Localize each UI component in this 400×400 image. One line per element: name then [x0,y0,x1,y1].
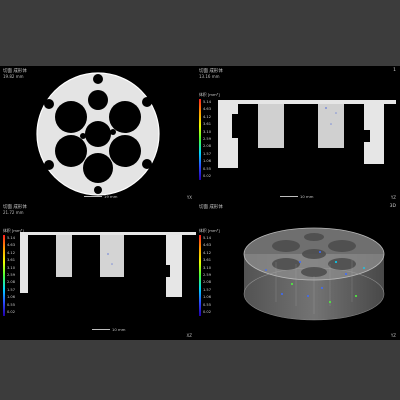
3d-volume-render [243,227,385,321]
scale-bar: 19 mm [84,194,117,199]
scale-bar: 10 mm [92,327,125,332]
view-axis-label: YZ [390,333,396,338]
viewport-bottom-left[interactable]: 切面 成形体 21.72 mm 体积 [mm³] 5.14 4.63 4.12 3.6… [0,202,196,340]
cross-section-image [218,100,396,168]
viewport-top-right[interactable]: 切面 成形体 13.16 mm 1 体积 [mm³] 5.14 4.63 4.12 3… [196,66,400,202]
cross-section-image [20,232,196,297]
viewport-3d[interactable]: 切面 成形体 3D 体积 [mm³] 5.14 4.63 4.12 3.61 3.10 2… [196,202,400,340]
scale-bar: 10 mm [280,194,313,199]
viewport-top-left[interactable]: 切面 成形体 19.82 mm 19 mm YX [0,66,196,202]
view-axis-label: YZ [390,195,396,200]
cross-section-image [36,72,160,196]
view-axis-label: YX [186,195,192,200]
view-axis-label: XZ [186,333,192,338]
